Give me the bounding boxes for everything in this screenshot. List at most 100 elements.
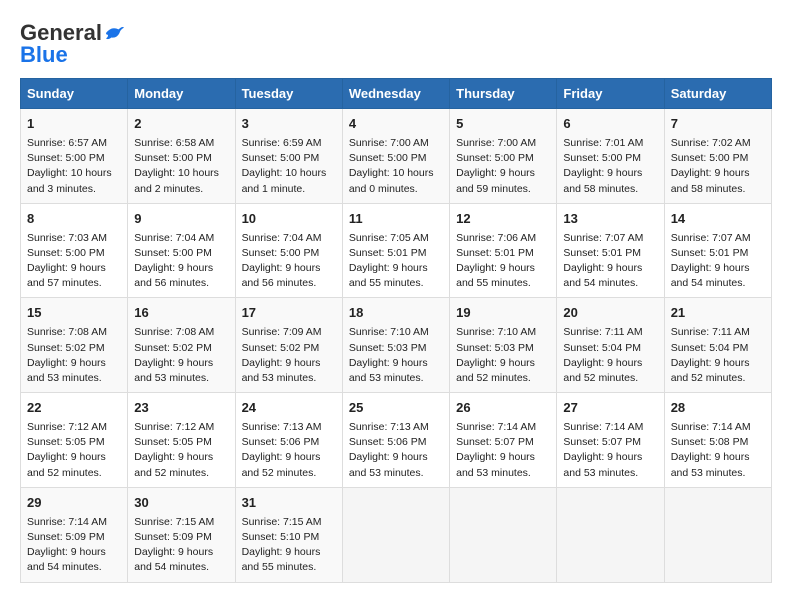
day-info-line: Sunrise: 7:07 AM [671,231,765,246]
day-info-line: Sunrise: 7:00 AM [456,136,550,151]
day-info-line: Sunset: 5:00 PM [349,151,443,166]
day-info-line: and 52 minutes. [456,371,550,386]
day-number: 8 [27,210,121,229]
calendar-cell: 17Sunrise: 7:09 AMSunset: 5:02 PMDayligh… [235,298,342,393]
day-info-line: Sunrise: 7:10 AM [456,325,550,340]
day-info-line: and 52 minutes. [671,371,765,386]
header-row: SundayMondayTuesdayWednesdayThursdayFrid… [21,79,772,109]
day-info-line: Daylight: 9 hours [27,450,121,465]
day-info-line: and 53 minutes. [27,371,121,386]
day-info-line: Daylight: 9 hours [456,166,550,181]
day-number: 1 [27,115,121,134]
calendar-cell: 16Sunrise: 7:08 AMSunset: 5:02 PMDayligh… [128,298,235,393]
calendar-cell: 20Sunrise: 7:11 AMSunset: 5:04 PMDayligh… [557,298,664,393]
day-number: 9 [134,210,228,229]
day-info-line: Sunrise: 7:10 AM [349,325,443,340]
day-info-line: Sunrise: 7:04 AM [242,231,336,246]
calendar-cell: 22Sunrise: 7:12 AMSunset: 5:05 PMDayligh… [21,393,128,488]
calendar-cell: 29Sunrise: 7:14 AMSunset: 5:09 PMDayligh… [21,487,128,582]
calendar-cell: 27Sunrise: 7:14 AMSunset: 5:07 PMDayligh… [557,393,664,488]
header-cell-wednesday: Wednesday [342,79,449,109]
calendar-week-1: 1Sunrise: 6:57 AMSunset: 5:00 PMDaylight… [21,109,772,204]
day-number: 13 [563,210,657,229]
day-info-line: Daylight: 9 hours [134,545,228,560]
header-cell-thursday: Thursday [450,79,557,109]
day-info-line: Sunrise: 7:14 AM [456,420,550,435]
day-number: 20 [563,304,657,323]
calendar-cell: 25Sunrise: 7:13 AMSunset: 5:06 PMDayligh… [342,393,449,488]
calendar-cell: 28Sunrise: 7:14 AMSunset: 5:08 PMDayligh… [664,393,771,488]
day-info-line: Daylight: 10 hours [242,166,336,181]
calendar-body: 1Sunrise: 6:57 AMSunset: 5:00 PMDaylight… [21,109,772,583]
day-number: 30 [134,494,228,513]
day-number: 18 [349,304,443,323]
day-info-line: Sunrise: 7:07 AM [563,231,657,246]
calendar-week-5: 29Sunrise: 7:14 AMSunset: 5:09 PMDayligh… [21,487,772,582]
day-info-line: Sunset: 5:09 PM [27,530,121,545]
day-info-line: Daylight: 10 hours [349,166,443,181]
day-info-line: Sunrise: 7:15 AM [242,515,336,530]
day-info-line: Daylight: 10 hours [27,166,121,181]
header-cell-saturday: Saturday [664,79,771,109]
day-info-line: Sunset: 5:05 PM [134,435,228,450]
day-number: 11 [349,210,443,229]
day-info-line: Sunrise: 7:06 AM [456,231,550,246]
day-info-line: Sunrise: 7:08 AM [27,325,121,340]
day-info-line: Sunset: 5:09 PM [134,530,228,545]
calendar-cell: 4Sunrise: 7:00 AMSunset: 5:00 PMDaylight… [342,109,449,204]
day-info-line: Daylight: 9 hours [456,450,550,465]
day-number: 3 [242,115,336,134]
day-info-line: Sunset: 5:08 PM [671,435,765,450]
day-info-line: Sunset: 5:01 PM [563,246,657,261]
day-number: 4 [349,115,443,134]
day-info-line: Sunset: 5:02 PM [134,341,228,356]
day-info-line: Sunrise: 7:11 AM [563,325,657,340]
calendar-cell: 31Sunrise: 7:15 AMSunset: 5:10 PMDayligh… [235,487,342,582]
day-number: 6 [563,115,657,134]
day-info-line: and 52 minutes. [242,466,336,481]
logo-bird-icon [104,24,126,42]
logo: General Blue [20,20,126,68]
day-info-line: and 53 minutes. [456,466,550,481]
calendar-cell: 23Sunrise: 7:12 AMSunset: 5:05 PMDayligh… [128,393,235,488]
day-info-line: Sunset: 5:10 PM [242,530,336,545]
day-info-line: Daylight: 9 hours [671,261,765,276]
calendar-cell: 3Sunrise: 6:59 AMSunset: 5:00 PMDaylight… [235,109,342,204]
day-info-line: and 0 minutes. [349,182,443,197]
calendar-cell: 19Sunrise: 7:10 AMSunset: 5:03 PMDayligh… [450,298,557,393]
day-info-line: and 55 minutes. [349,276,443,291]
day-info-line: Sunset: 5:00 PM [242,246,336,261]
day-info-line: Daylight: 9 hours [134,356,228,371]
calendar-header: SundayMondayTuesdayWednesdayThursdayFrid… [21,79,772,109]
day-info-line: Sunrise: 7:14 AM [671,420,765,435]
header-cell-tuesday: Tuesday [235,79,342,109]
calendar-cell [342,487,449,582]
day-info-line: and 54 minutes. [27,560,121,575]
calendar-cell: 7Sunrise: 7:02 AMSunset: 5:00 PMDaylight… [664,109,771,204]
day-info-line: Daylight: 9 hours [671,356,765,371]
day-info-line: Sunrise: 7:12 AM [134,420,228,435]
calendar-cell: 9Sunrise: 7:04 AMSunset: 5:00 PMDaylight… [128,203,235,298]
day-info-line: Daylight: 9 hours [242,356,336,371]
day-info-line: Sunrise: 7:02 AM [671,136,765,151]
day-number: 24 [242,399,336,418]
day-number: 10 [242,210,336,229]
day-info-line: Daylight: 9 hours [349,356,443,371]
day-info-line: Sunset: 5:07 PM [456,435,550,450]
day-info-line: Sunrise: 7:01 AM [563,136,657,151]
calendar-week-4: 22 Sunrise: 7:12 AMSunset: 5:05 PM Dayligh… [21,393,772,488]
day-info-line: Sunrise: 7:14 AM [27,515,121,530]
day-info-line: Daylight: 9 hours [349,450,443,465]
calendar-cell: 30 Sunrise: 7:15 AMSunset: 5:09 PMDayligh… [128,487,235,582]
day-info-line: Sunset: 5:00 PM [134,151,228,166]
day-info-line: Daylight: 9 hours [456,261,550,276]
day-number: 12 [456,210,550,229]
calendar-table: SundayMondayTuesdayWednesdayThursdayFrid… [20,78,772,583]
calendar-cell: 6Sunrise: 7:01 AMSunset: 5:00 PMDaylight… [557,109,664,204]
header-cell-friday: Friday [557,79,664,109]
day-info-line: Sunset: 5:00 PM [456,151,550,166]
day-number: 22 [27,399,121,418]
day-info-line: Daylight: 9 hours [134,261,228,276]
day-info-line: Sunrise: 7:15 AM [134,515,228,530]
day-number: 26 [456,399,550,418]
